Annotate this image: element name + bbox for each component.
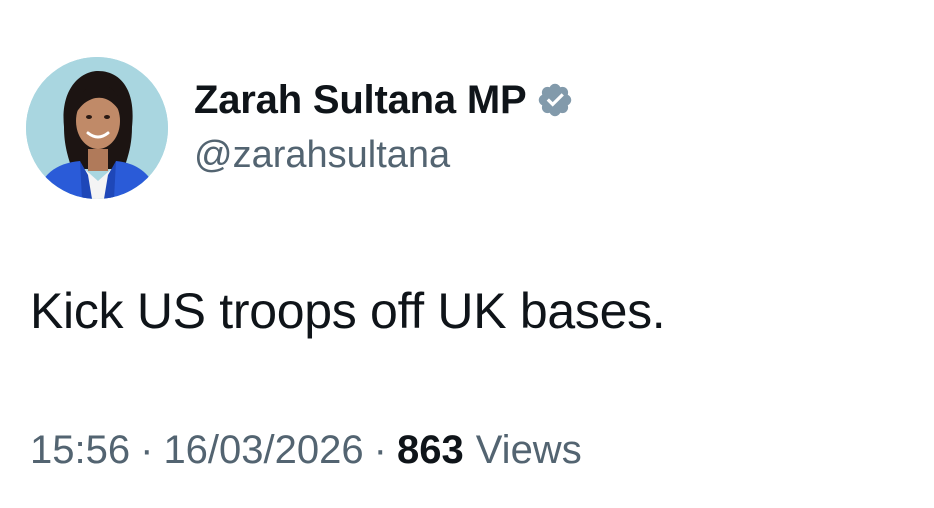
tweet-time[interactable]: 15:56 <box>30 428 130 473</box>
meta-separator: · <box>373 428 387 472</box>
views-count[interactable]: 863 <box>397 428 464 473</box>
views-label[interactable]: Views <box>476 428 582 473</box>
author-display-name[interactable]: Zarah Sultana MP <box>194 78 527 123</box>
tweet-card: Zarah Sultana MP @zarahsultana Kick US t… <box>0 0 934 508</box>
meta-separator: · <box>140 428 154 472</box>
tweet-meta: 15:56 · 16/03/2026 · 863 Views <box>30 428 582 473</box>
verified-badge-icon[interactable] <box>536 81 574 119</box>
avatar-photo <box>26 57 168 199</box>
author-handle[interactable]: @zarahsultana <box>194 134 574 177</box>
tweet-text: Kick US troops off UK bases. <box>30 283 666 339</box>
author-avatar[interactable] <box>26 57 168 199</box>
tweet-date[interactable]: 16/03/2026 <box>163 428 363 473</box>
author-info: Zarah Sultana MP @zarahsultana <box>194 70 574 177</box>
author-name-row: Zarah Sultana MP <box>194 70 574 130</box>
